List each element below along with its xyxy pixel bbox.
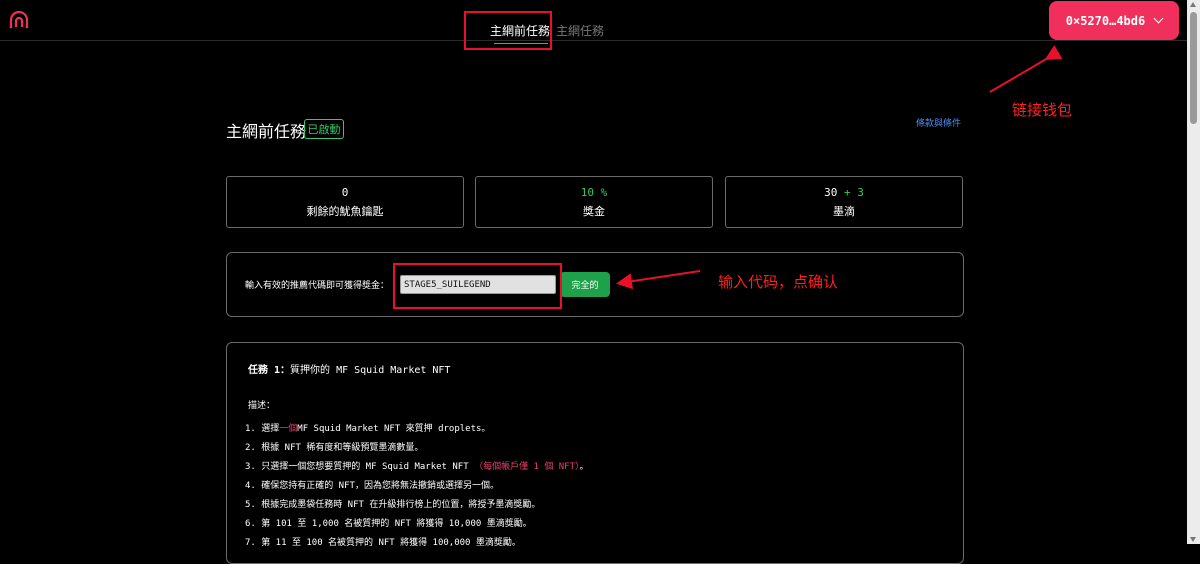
scrollbar[interactable] <box>1187 0 1200 544</box>
stat-card-squid-keys: 0 剩餘的魷魚鑰匙 <box>226 176 464 228</box>
referral-label: 輸入有效的推薦代碼即可獲得獎金： <box>245 281 390 291</box>
stat-value: 0 <box>341 186 349 199</box>
page-title: 主網前任務 <box>226 122 307 141</box>
scrollbar-thumb[interactable] <box>1190 12 1197 124</box>
list-item: 6. 第 101 至 1,000 名被質押的 NFT 將獲得 10,000 墨滴… <box>245 519 532 529</box>
confirm-button[interactable]: 完全的 <box>560 272 610 297</box>
task-title-text: 質押你的 MF Squid Market NFT <box>290 365 451 376</box>
stat-card-bonus: 10 % 獎金 <box>475 176 713 228</box>
list-item: 4. 確保您持有正確的 NFT，因為您將無法撤銷或選擇另一個。 <box>245 481 499 491</box>
stat-value: 10 % <box>580 186 608 199</box>
task-number: 任務 1： <box>248 365 291 376</box>
stat-label: 墨滴 <box>833 205 855 218</box>
list-item: 3. 只選擇一個您想要質押的 MF Squid Market NFT （每個帳戶… <box>245 462 589 472</box>
task-title: 任務 1：質押你的 MF Squid Market NFT <box>248 361 450 376</box>
scroll-up-icon[interactable] <box>1190 2 1196 7</box>
scroll-down-icon[interactable] <box>1190 537 1196 542</box>
stat-bonus: + 3 <box>844 186 864 199</box>
stat-value: 30 <box>824 186 838 199</box>
task-steps: 1. 選擇一個MF Squid Market NFT 來質押 droplets。… <box>245 423 589 556</box>
stat-card-droplets: 30 + 3 墨滴 <box>725 176 963 228</box>
list-item: 7. 第 11 至 100 名被質押的 NFT 將獲得 100,000 墨滴獎勵… <box>245 538 521 548</box>
task-description-label: 描述： <box>248 401 276 411</box>
stat-label: 獎金 <box>583 205 605 218</box>
annotation-wallet-note: 链接钱包 <box>1012 101 1073 119</box>
stat-value-row: 30 + 3 <box>726 186 962 199</box>
list-item: 2. 根據 NFT 稀有度和等級預覽墨滴數量。 <box>245 443 424 453</box>
annotation-highlight-input <box>393 263 562 309</box>
annotation-arrow-wallet <box>989 45 1063 93</box>
terms-link[interactable]: 條款與條件 <box>916 116 961 129</box>
list-item: 5. 根據完成墨袋任務時 NFT 在升級排行榜上的位置，將授予墨滴獎勵。 <box>245 500 541 510</box>
stat-label: 剩餘的魷魚鑰匙 <box>306 205 384 218</box>
list-item: 1. 選擇一個MF Squid Market NFT 來質押 droplets。 <box>245 424 491 434</box>
status-badge: 已啟動 <box>304 119 344 139</box>
